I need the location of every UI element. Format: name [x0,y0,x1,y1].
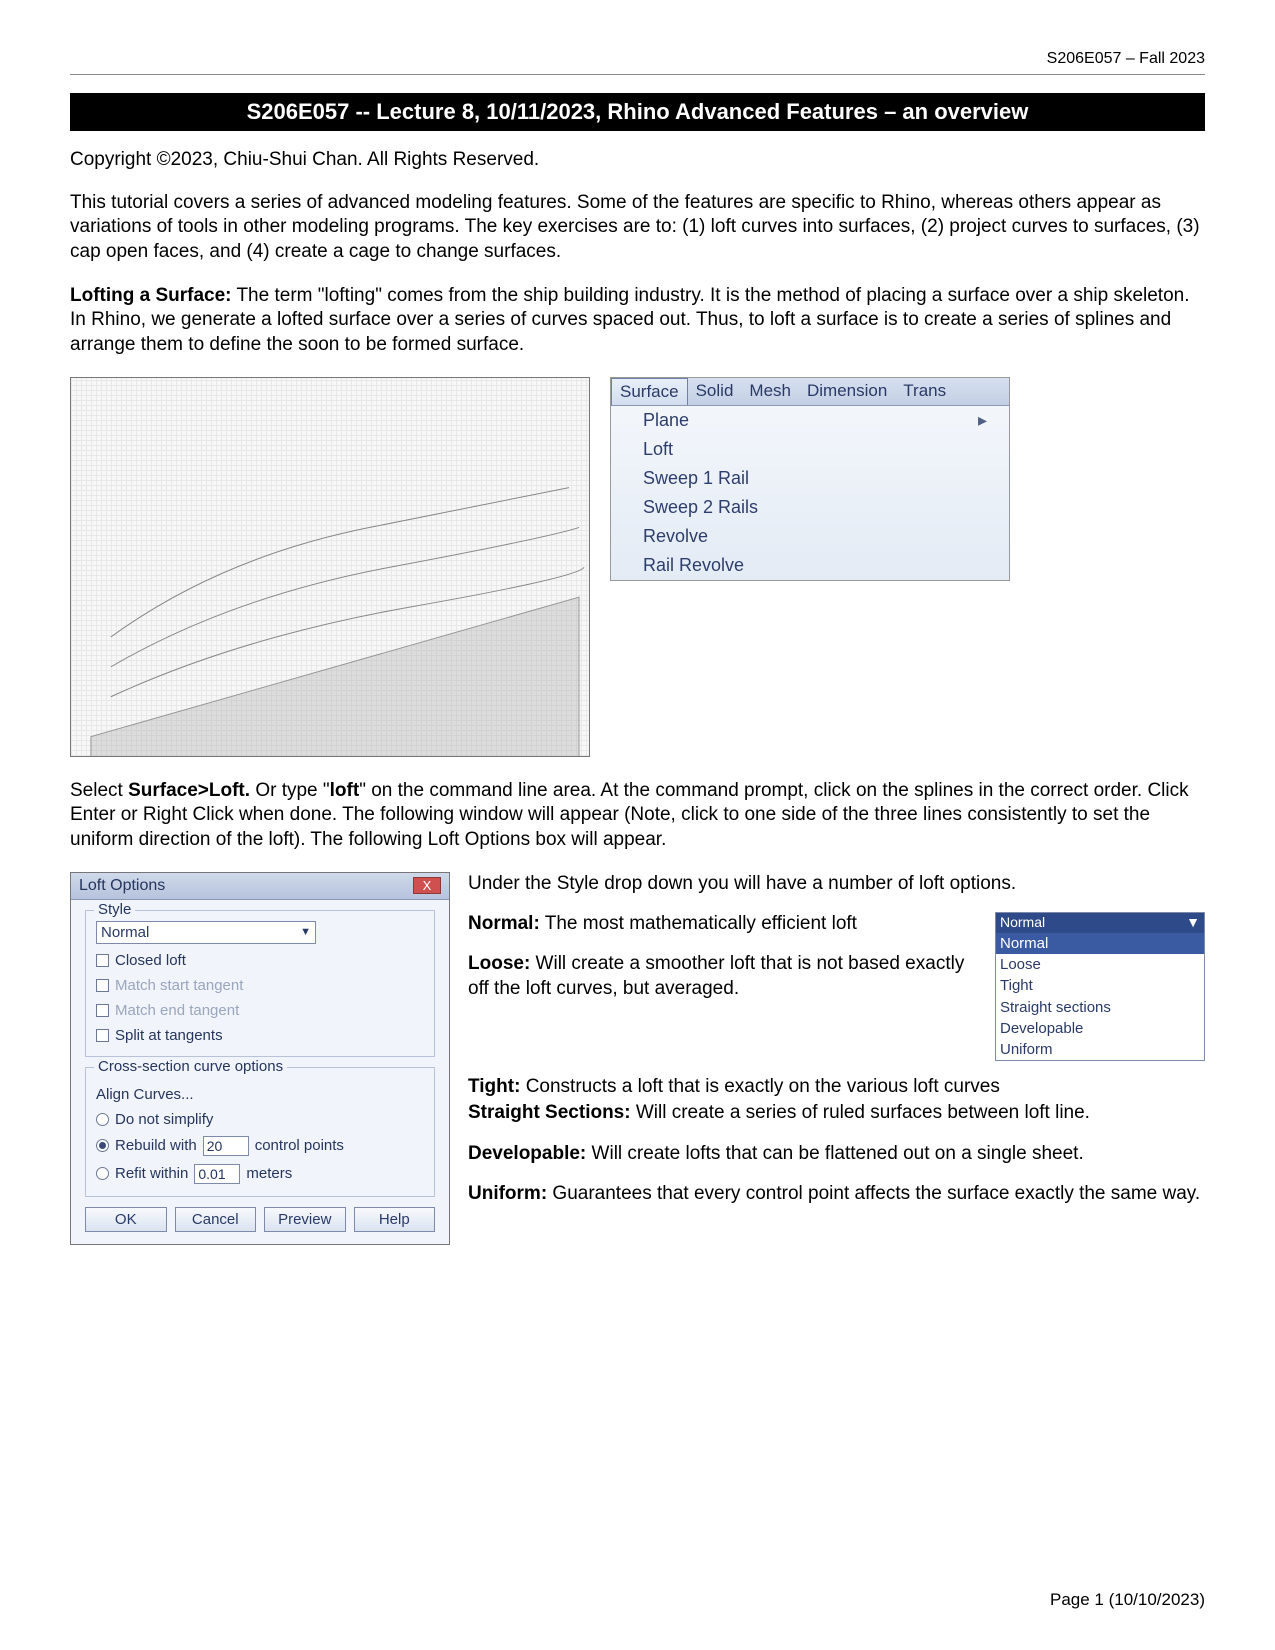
surface-menu-screenshot: Surface Solid Mesh Dimension Trans Plane… [610,377,1010,581]
radio-rebuild[interactable] [96,1139,109,1152]
chevron-down-icon: ▼ [300,926,311,938]
checkbox-match-start [96,979,109,992]
menu-item-plane[interactable]: Plane [611,406,1009,435]
header-divider [70,74,1205,75]
style-option-developable[interactable]: Developable [996,1018,1204,1039]
checkbox-match-end [96,1004,109,1017]
style-option-tight[interactable]: Tight [996,975,1204,996]
style-option-normal[interactable]: Normal [996,933,1204,954]
select-instructions: Select Surface>Loft. Or type "loft" on t… [70,779,1205,852]
radio-refit[interactable] [96,1167,109,1180]
menu-items: Plane Loft Sweep 1 Rail Sweep 2 Rails Re… [611,406,1009,580]
style-dropdown-expanded: Normal▼ Normal Loose Tight Straight sect… [995,912,1205,1061]
ok-button[interactable]: OK [85,1207,167,1232]
loft-options-dialog: Loft Options X Style Normal▼ Closed loft… [70,872,450,1245]
copyright-line: Copyright ©2023, Chiu-Shui Chan. All Rig… [70,149,1205,171]
viewport-screenshot [70,377,590,757]
style-group-label: Style [94,901,135,918]
style-list-header[interactable]: Normal▼ [996,913,1204,933]
rebuild-input[interactable]: 20 [203,1136,249,1156]
refit-input[interactable]: 0.01 [194,1164,240,1184]
menu-item-sweep1[interactable]: Sweep 1 Rail [611,464,1009,493]
menu-item-loft[interactable]: Loft [611,435,1009,464]
preview-button[interactable]: Preview [264,1207,346,1232]
checkbox-closed[interactable] [96,954,109,967]
menu-item-sweep2[interactable]: Sweep 2 Rails [611,493,1009,522]
dialog-title-text: Loft Options [79,877,165,895]
style-option-uniform[interactable]: Uniform [996,1039,1204,1060]
page-header-course: S206E057 – Fall 2023 [70,50,1205,68]
lofting-body: The term "lofting" comes from the ship b… [70,285,1190,355]
tab-dimension[interactable]: Dimension [799,378,895,405]
tab-surface[interactable]: Surface [611,378,688,405]
lofting-paragraph: Lofting a Surface: The term "lofting" co… [70,284,1205,357]
menu-tabs: Surface Solid Mesh Dimension Trans [611,378,1009,406]
style-dropdown[interactable]: Normal▼ [96,921,316,944]
under-style-text: Under the Style drop down you will have … [468,872,1205,896]
intro-paragraph: This tutorial covers a series of advance… [70,191,1205,264]
cross-section-group: Cross-section curve options Align Curves… [85,1067,435,1197]
style-option-straight[interactable]: Straight sections [996,997,1204,1018]
lofting-heading: Lofting a Surface: [70,285,232,306]
cancel-button[interactable]: Cancel [175,1207,257,1232]
style-group: Style Normal▼ Closed loft Match start ta… [85,910,435,1057]
checkbox-split[interactable] [96,1029,109,1042]
menu-item-revolve[interactable]: Revolve [611,522,1009,551]
lecture-title: S206E057 -- Lecture 8, 10/11/2023, Rhino… [70,93,1205,131]
tab-solid[interactable]: Solid [688,378,742,405]
close-icon[interactable]: X [413,877,441,894]
align-curves-link[interactable]: Align Curves... [96,1086,194,1103]
help-button[interactable]: Help [354,1207,436,1232]
dialog-titlebar: Loft Options X [71,873,449,900]
menu-item-railrevolve[interactable]: Rail Revolve [611,551,1009,580]
chevron-down-icon: ▼ [1186,914,1200,932]
page-footer: Page 1 (10/10/2023) [1050,1590,1205,1610]
radio-do-not-simplify[interactable] [96,1113,109,1126]
cross-section-label: Cross-section curve options [94,1058,287,1075]
tab-mesh[interactable]: Mesh [741,378,799,405]
tab-trans[interactable]: Trans [895,378,954,405]
style-option-loose[interactable]: Loose [996,954,1204,975]
